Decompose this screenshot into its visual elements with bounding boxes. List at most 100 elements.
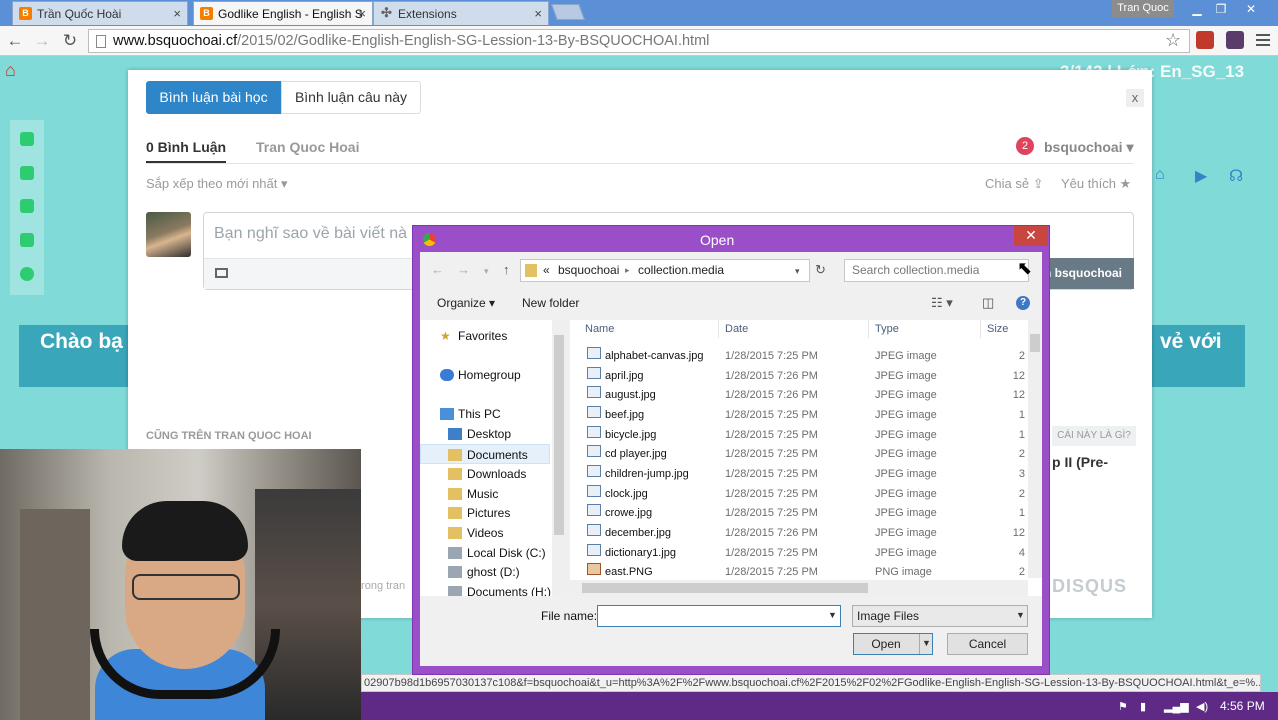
tab-tran-quoc-hoai[interactable]: B Trần Quốc Hoài × — [12, 1, 188, 25]
address-bar[interactable]: www.bsquochoai.cf/2015/02/Godlike-Englis… — [88, 29, 1190, 53]
lesson-comments-tab[interactable]: Bình luận bài học — [146, 81, 281, 114]
view-options-icon[interactable]: ☷ ▾ — [931, 295, 953, 311]
file-row[interactable]: beef.jpg 1/28/2015 7:25 PM JPEG image 1 — [585, 406, 1025, 425]
breadcrumb[interactable]: « bsquochoai ▸ collection.media ▾ — [520, 259, 810, 282]
site-tab[interactable]: Tran Quoc Hoai — [256, 139, 359, 155]
column-divider[interactable] — [868, 320, 869, 338]
file-name-input[interactable] — [597, 605, 841, 627]
nav-item-downloads[interactable]: Downloads — [420, 464, 550, 484]
comments-count-tab[interactable]: 0 Bình Luận — [146, 139, 226, 155]
reload-button[interactable]: ↻ — [60, 31, 80, 51]
home-icon[interactable]: ⌂ — [5, 60, 16, 81]
file-row[interactable]: crowe.jpg 1/28/2015 7:25 PM JPEG image 1 — [585, 504, 1025, 523]
settings-icon[interactable] — [20, 132, 34, 146]
nav-item-this-pc[interactable]: This PC — [420, 404, 550, 424]
nav-item-local-disk[interactable]: Local Disk (C:) — [420, 543, 550, 563]
horizontal-scroll-thumb[interactable] — [582, 583, 868, 593]
up-icon[interactable]: ↑ — [503, 262, 510, 277]
file-row[interactable]: clock.jpg 1/28/2015 7:25 PM JPEG image 2 — [585, 485, 1025, 504]
tab-extensions[interactable]: ✣ Extensions × — [373, 1, 549, 25]
preview-pane-icon[interactable]: ◫ — [982, 295, 994, 311]
column-header-size[interactable]: Size — [987, 323, 1008, 335]
nav-item-favorites[interactable]: ★ Favorites — [420, 326, 550, 346]
recent-locations-icon[interactable]: ▾ — [484, 266, 489, 277]
signal-icon[interactable]: ▂▄▆ — [1164, 700, 1189, 713]
chrome-menu-icon[interactable] — [1256, 34, 1270, 46]
window-close-button[interactable]: ✕ — [1236, 0, 1266, 18]
volume-icon[interactable]: ◀) — [1196, 700, 1208, 713]
battery-icon[interactable]: ▮ — [1140, 700, 1146, 713]
list-icon[interactable] — [20, 233, 34, 247]
file-row[interactable]: august.jpg 1/28/2015 7:26 PM JPEG image … — [585, 386, 1025, 405]
column-divider[interactable] — [980, 320, 981, 338]
dialog-close-button[interactable]: ✕ — [1014, 226, 1048, 246]
new-folder-button[interactable]: New folder — [522, 296, 579, 310]
modal-close-button[interactable]: x — [1126, 89, 1144, 107]
file-list-scrollbar[interactable] — [1028, 320, 1042, 578]
bookmark-star-icon[interactable]: ☆ — [1165, 30, 1181, 51]
related-article-link[interactable]: p II (Pre- — [1052, 454, 1108, 470]
close-tab-icon[interactable]: × — [173, 6, 181, 21]
file-row[interactable]: children-jump.jpg 1/28/2015 7:25 PM JPEG… — [585, 465, 1025, 484]
headphones-icon[interactable]: ☊ — [1229, 166, 1243, 186]
file-row[interactable]: april.jpg 1/28/2015 7:26 PM JPEG image 1… — [585, 367, 1025, 386]
comment-icon[interactable] — [20, 199, 34, 213]
tab-godlike-english[interactable]: B Godlike English - English S × — [193, 1, 373, 25]
maximize-button[interactable]: ❐ — [1210, 0, 1232, 18]
column-divider[interactable] — [718, 320, 719, 338]
sentence-comments-tab[interactable]: Bình luận câu này — [281, 81, 421, 114]
notification-badge[interactable]: 2 — [1016, 137, 1034, 155]
cancel-button[interactable]: Cancel — [947, 633, 1028, 655]
file-type-select[interactable]: Image Files — [852, 605, 1028, 627]
bookmark-icon[interactable]: ⌂ — [1155, 166, 1165, 184]
chevron-down-icon[interactable]: ▾ — [795, 261, 800, 282]
file-row[interactable]: cd player.jpg 1/28/2015 7:25 PM JPEG ima… — [585, 445, 1025, 464]
chevron-down-icon[interactable]: ▼ — [1016, 610, 1025, 620]
nav-scroll-thumb[interactable] — [554, 335, 564, 535]
column-header-type[interactable]: Type — [875, 323, 899, 335]
disqus-logo[interactable]: DISQUS — [1052, 576, 1127, 597]
sort-dropdown[interactable]: Sắp xếp theo mới nhất ▾ — [146, 176, 288, 192]
search-input[interactable]: Search collection.media — [844, 259, 1029, 282]
nav-item-documents[interactable]: Documents — [420, 444, 550, 464]
file-list-scroll-thumb[interactable] — [1030, 334, 1040, 352]
column-header-date[interactable]: Date — [725, 323, 748, 335]
clock[interactable]: 4:56 PM — [1220, 699, 1265, 713]
file-row[interactable]: dictionary1.jpg 1/28/2015 7:25 PM JPEG i… — [585, 544, 1025, 563]
chevron-down-icon[interactable]: ▼ — [828, 610, 837, 620]
nav-item-pictures[interactable]: Pictures — [420, 503, 550, 523]
help-icon[interactable]: ? — [1016, 296, 1030, 310]
flag-icon[interactable]: ⚑ — [1118, 700, 1128, 713]
nav-item-homegroup[interactable]: Homegroup — [420, 365, 550, 385]
book-icon[interactable] — [20, 166, 34, 180]
organize-button[interactable]: Organize ▾ — [437, 296, 495, 310]
next-icon[interactable]: ▶ — [1195, 166, 1207, 186]
refresh-icon[interactable]: ↻ — [815, 262, 826, 278]
breadcrumb-collection-media[interactable]: collection.media — [638, 260, 724, 281]
post-as-button[interactable]: n bsquochoai — [1040, 258, 1134, 289]
back-button[interactable]: ← — [5, 31, 25, 51]
breadcrumb-bsquochoai[interactable]: bsquochoai — [558, 260, 619, 281]
back-icon[interactable]: ← — [431, 262, 444, 277]
user-menu[interactable]: bsquochoai ▾ — [1044, 139, 1133, 156]
favorite-button[interactable]: Yêu thích ★ — [1061, 176, 1131, 192]
nav-item-documents-h[interactable]: Documents (H:) — [420, 582, 551, 596]
forward-button[interactable]: → — [32, 31, 52, 51]
help-icon[interactable] — [20, 267, 34, 281]
new-tab-button[interactable] — [551, 4, 585, 20]
file-row[interactable]: alphabet-canvas.jpg 1/28/2015 7:25 PM JP… — [585, 347, 1025, 366]
image-upload-icon[interactable] — [215, 268, 228, 278]
nav-item-ghost-drive[interactable]: ghost (D:) — [420, 562, 550, 582]
what-is-this-button[interactable]: CÁI NÀY LÀ GÌ? — [1052, 426, 1136, 446]
file-row[interactable]: bicycle.jpg 1/28/2015 7:25 PM JPEG image… — [585, 426, 1025, 445]
profile-button[interactable]: Tran Quoc — [1112, 0, 1174, 17]
open-button[interactable]: Open — [853, 633, 933, 655]
share-button[interactable]: Chia sẻ ⇪ — [985, 176, 1044, 192]
close-tab-icon[interactable]: × — [534, 6, 542, 21]
forward-icon[interactable]: → — [457, 262, 470, 277]
minimize-button[interactable]: ▁ — [1186, 0, 1208, 18]
open-options-icon[interactable]: ▼ — [922, 638, 931, 648]
column-header-name[interactable]: Name — [585, 323, 614, 335]
close-tab-icon[interactable]: × — [358, 6, 366, 21]
nav-item-desktop[interactable]: Desktop — [420, 424, 550, 444]
